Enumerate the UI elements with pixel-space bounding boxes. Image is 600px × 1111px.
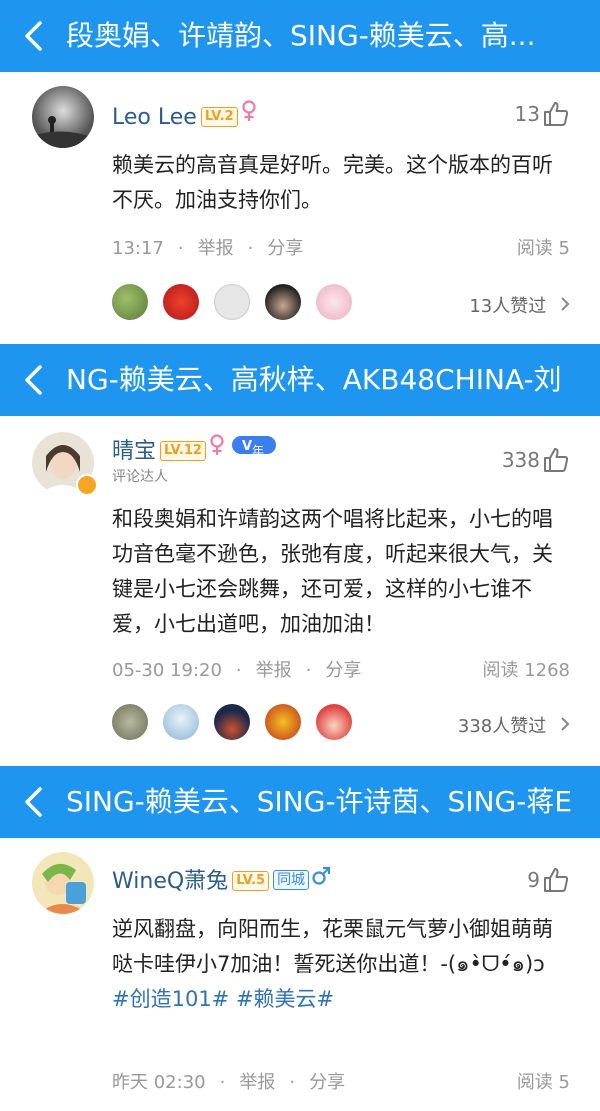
like-count: 9	[527, 868, 540, 892]
liker-avatars[interactable]	[112, 704, 352, 740]
avatar[interactable]	[32, 852, 94, 914]
comment-text: 赖美云的高音真是好听。完美。这个版本的百听不厌。加油支持你们。	[112, 153, 553, 212]
comment-body: 逆风翻盘，向阳而生，花栗鼠元气萝小御姐萌萌哒卡哇伊小7加油！誓死送你出道！-(๑…	[112, 917, 553, 976]
liker-avatar[interactable]	[316, 704, 352, 740]
comment-text: 和段奥娟和许靖韵这两个唱将比起来，小七的唱功音色毫不逊色，张弛有度，听起来很大气…	[112, 507, 553, 636]
topic-header-1[interactable]: 段奥娟、许靖韵、SING-赖美云、高...	[0, 0, 600, 72]
level-badge: LV.2	[200, 107, 238, 127]
share-link[interactable]: 分享	[267, 238, 303, 259]
comment-meta: 05-30 19:20 · 举报 · 分享 阅读 1268	[112, 656, 570, 682]
male-icon	[311, 866, 331, 894]
report-link[interactable]: 举报	[198, 238, 234, 259]
topic-title: 段奥娟、许靖韵、SING-赖美云、高...	[66, 19, 536, 52]
liker-avatar[interactable]	[112, 284, 148, 320]
comment-card: WineQ萧兔 LV.5 同城 9 逆风翻盘，向阳而生，花栗鼠元气萝小御姐萌萌哒卡哇…	[0, 838, 600, 1111]
liked-by-count: 13人赞过	[469, 296, 547, 317]
thumbs-up-icon	[544, 102, 569, 126]
read-count: 阅读 5	[516, 238, 570, 259]
share-link[interactable]: 分享	[309, 1072, 345, 1093]
female-icon	[240, 100, 258, 130]
comment-card: Leo Lee LV.2 13 赖美云的高音真是好听。完美。这个版本的百听不厌。加…	[0, 72, 600, 344]
liked-by-link[interactable]: 338人赞过	[458, 712, 572, 738]
username[interactable]: 晴宝	[112, 439, 156, 464]
like-button[interactable]: 13	[515, 100, 570, 128]
liker-avatar[interactable]	[214, 284, 250, 320]
like-count: 338	[501, 448, 540, 472]
topic-header-2[interactable]: NG-赖美云、高秋梓、AKB48CHINA-刘	[0, 344, 600, 416]
liker-avatar[interactable]	[316, 284, 352, 320]
username-row: WineQ萧兔 LV.5 同城	[112, 866, 331, 896]
username-row: 晴宝 LV.12 V 年	[112, 434, 278, 466]
topic-title: NG-赖美云、高秋梓、AKB48CHINA-刘	[66, 363, 562, 396]
female-icon	[208, 434, 226, 464]
comment-time: 05-30 19:20	[112, 660, 222, 681]
comment-time: 13:17	[112, 238, 164, 259]
user-title: 评论达人	[112, 469, 168, 485]
comment-text: 逆风翻盘，向阳而生，花栗鼠元气萝小御姐萌萌哒卡哇伊小7加油！誓死送你出道！-(๑…	[112, 912, 572, 1017]
chevron-right-icon	[561, 297, 570, 311]
thumbs-up-icon	[544, 448, 569, 472]
report-link[interactable]: 举报	[239, 1072, 275, 1093]
topic-title: SING-赖美云、SING-许诗茵、SING-蒋E	[66, 785, 573, 818]
report-link[interactable]: 举报	[256, 660, 292, 681]
read-count: 阅读 1268	[482, 660, 570, 681]
username-row: Leo Lee LV.2	[112, 100, 258, 132]
back-arrow-icon[interactable]	[22, 786, 44, 818]
comment-card: 晴宝 LV.12 V 年 评论达人 338 和段奥娟和许靖韵这两个唱将比起来，小七的唱…	[0, 416, 600, 766]
comment-meta: 昨天 02:30 · 举报 · 分享 阅读 5	[112, 1068, 570, 1094]
thumbs-up-icon	[544, 868, 569, 892]
vip-label: 年	[251, 444, 264, 458]
comment-time: 昨天 02:30	[112, 1072, 206, 1093]
chevron-right-icon	[561, 717, 570, 731]
username[interactable]: WineQ萧兔	[112, 869, 228, 894]
liker-avatar[interactable]	[214, 704, 250, 740]
same-city-badge: 同城	[273, 870, 310, 890]
svg-text:V: V	[242, 439, 252, 454]
like-button[interactable]: 9	[527, 866, 570, 894]
hashtags[interactable]: #创造101# #赖美云#	[112, 987, 334, 1011]
topic-header-3[interactable]: SING-赖美云、SING-许诗茵、SING-蒋E	[0, 766, 600, 838]
comment-meta: 13:17 · 举报 · 分享 阅读 5	[112, 234, 570, 260]
like-count: 13	[514, 102, 540, 126]
liked-by-link[interactable]: 13人赞过	[469, 292, 572, 318]
level-badge: LV.12	[160, 441, 206, 461]
username[interactable]: Leo Lee	[112, 105, 197, 130]
like-button[interactable]: 338	[502, 446, 570, 474]
back-arrow-icon[interactable]	[22, 20, 44, 52]
liker-avatar[interactable]	[163, 704, 199, 740]
liker-avatar[interactable]	[163, 284, 199, 320]
back-arrow-icon[interactable]	[22, 364, 44, 396]
share-link[interactable]: 分享	[325, 660, 361, 681]
read-count: 阅读 5	[516, 1072, 570, 1093]
liker-avatars[interactable]	[112, 284, 352, 320]
liker-avatar[interactable]	[265, 284, 301, 320]
liker-avatar[interactable]	[265, 704, 301, 740]
liked-by-count: 338人赞过	[457, 716, 547, 737]
avatar[interactable]	[32, 86, 94, 148]
liker-avatar[interactable]	[112, 704, 148, 740]
level-badge: LV.5	[232, 871, 270, 891]
talent-badge-icon	[76, 474, 98, 496]
